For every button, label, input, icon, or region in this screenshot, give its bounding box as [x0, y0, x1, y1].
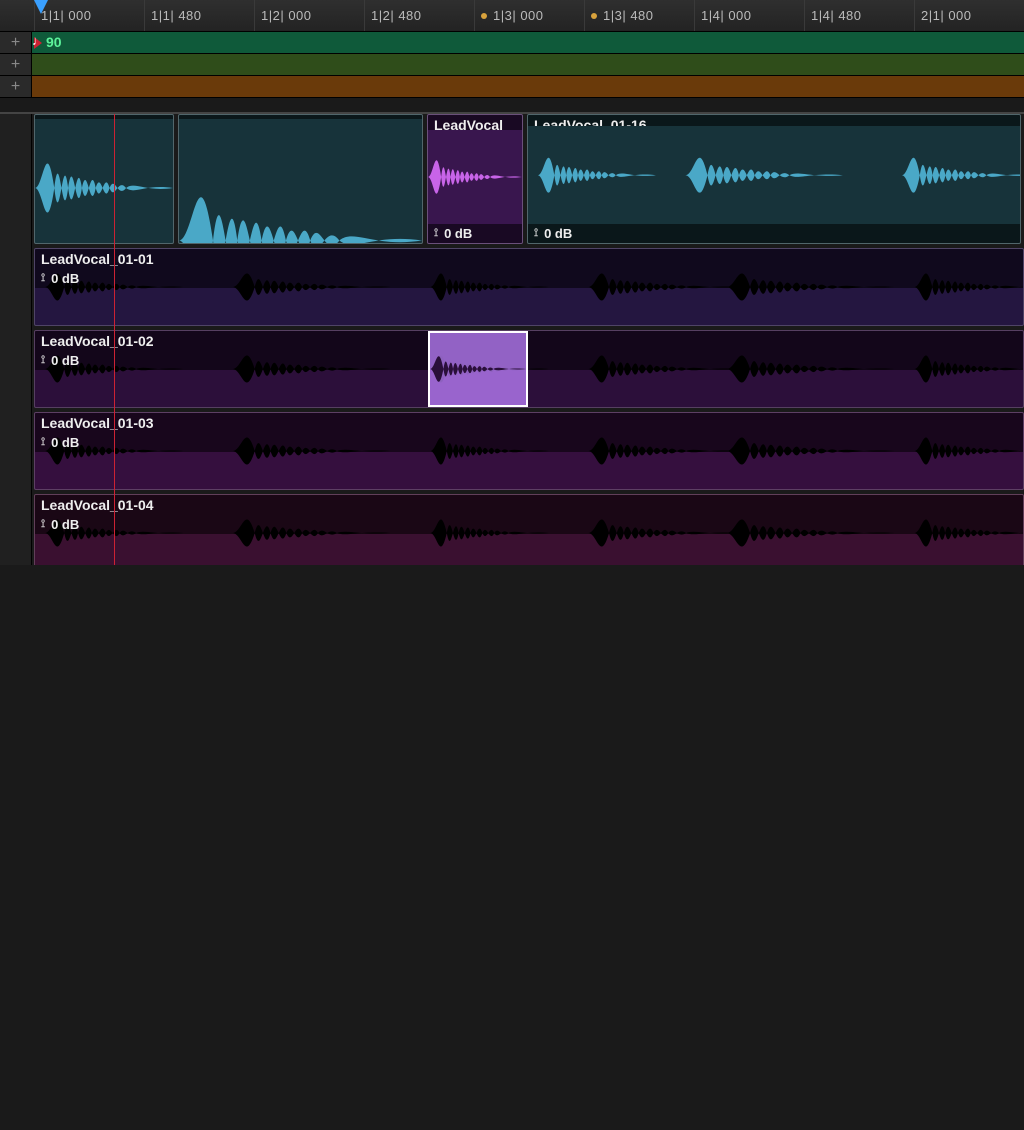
- add-marker-button[interactable]: +: [0, 32, 32, 53]
- add-marker-button[interactable]: +: [0, 54, 32, 75]
- clip-gain[interactable]: ⟟0 dB: [428, 224, 522, 243]
- marker-lane-2[interactable]: +: [0, 54, 1024, 76]
- ruler-tick[interactable]: 1|4| 000: [694, 0, 804, 31]
- ruler-tick[interactable]: 1|2| 000: [254, 0, 364, 31]
- ruler-tick[interactable]: 1|1| 000: [34, 0, 144, 31]
- clip-gain[interactable]: ⟟0 dB: [35, 351, 1023, 370]
- take-lane[interactable]: LeadVocal_01-01⟟0 dB: [34, 248, 1024, 326]
- clip-name: LeadVocal_01-03: [35, 413, 1023, 433]
- tempo-note-icon: ♩: [32, 33, 45, 48]
- ruler-tick[interactable]: 1|3| 480: [584, 0, 694, 31]
- clip-waveform[interactable]: [35, 119, 173, 244]
- gain-icon: ⟟: [41, 272, 45, 285]
- clip-waveform[interactable]: [528, 126, 1020, 224]
- arrange-area[interactable]: LeadVocal_01-1⟟0 dBLeadVocal_01-14⟟0 dBL…: [0, 114, 1024, 565]
- take-lane[interactable]: LeadVocal_01-02⟟0 dB: [34, 330, 1024, 408]
- ruler-tick[interactable]: 1|1| 480: [144, 0, 254, 31]
- gain-icon: ⟟: [41, 436, 45, 449]
- clip-name: LeadVocal_: [428, 115, 522, 130]
- clip-name: LeadVocal_01-02: [35, 331, 1023, 351]
- selected-region[interactable]: [428, 331, 528, 407]
- clip-gain[interactable]: ⟟0 dB: [35, 269, 1023, 288]
- audio-clip[interactable]: LeadVocal_01-16 ⟟0 dB: [527, 114, 1021, 244]
- clip-gain[interactable]: ⟟0 dB: [35, 515, 1023, 534]
- gain-icon: ⟟: [534, 227, 538, 240]
- clip-gain[interactable]: ⟟0 dB: [528, 224, 1020, 243]
- marker-lane-3[interactable]: +: [0, 76, 1024, 98]
- clip-name: LeadVocal_01-04: [35, 495, 1023, 515]
- gain-icon: ⟟: [434, 227, 438, 240]
- track-gutter: [0, 114, 32, 565]
- clip-waveform[interactable]: [179, 119, 422, 244]
- gain-icon: ⟟: [41, 354, 45, 367]
- take-lane[interactable]: LeadVocal_01-03⟟0 dB: [34, 412, 1024, 490]
- marker-lanes: + ♩ 90 + +: [0, 32, 1024, 98]
- audio-clip[interactable]: LeadVocal_ ⟟0 dB: [427, 114, 523, 244]
- clip-name: LeadVocal_01-01: [35, 249, 1023, 269]
- ruler-tick[interactable]: 1|3| 000: [474, 0, 584, 31]
- ruler-tick[interactable]: 1|2| 480: [364, 0, 474, 31]
- clip-name: LeadVocal_01-16: [528, 115, 1020, 126]
- take-lane[interactable]: LeadVocal_01-04⟟0 dB: [34, 494, 1024, 565]
- timeline-ruler[interactable]: 1|1| 0001|1| 4801|2| 0001|2| 4801|3| 000…: [0, 0, 1024, 32]
- tempo-lane[interactable]: + ♩ 90: [0, 32, 1024, 54]
- track-1[interactable]: LeadVocal_01-1⟟0 dBLeadVocal_01-14⟟0 dBL…: [34, 114, 1024, 244]
- gain-icon: ⟟: [41, 518, 45, 531]
- audio-clip[interactable]: LeadVocal_01-14⟟0 dB: [178, 114, 423, 244]
- ruler-tick[interactable]: 1|4| 480: [804, 0, 914, 31]
- clip-waveform[interactable]: [428, 130, 522, 224]
- clip-gain[interactable]: ⟟0 dB: [35, 433, 1023, 452]
- tempo-value[interactable]: 90: [46, 34, 62, 50]
- audio-clip[interactable]: LeadVocal_01-1⟟0 dB: [34, 114, 174, 244]
- ruler-tick[interactable]: 2|1| 000: [914, 0, 1024, 31]
- add-marker-button[interactable]: +: [0, 76, 32, 97]
